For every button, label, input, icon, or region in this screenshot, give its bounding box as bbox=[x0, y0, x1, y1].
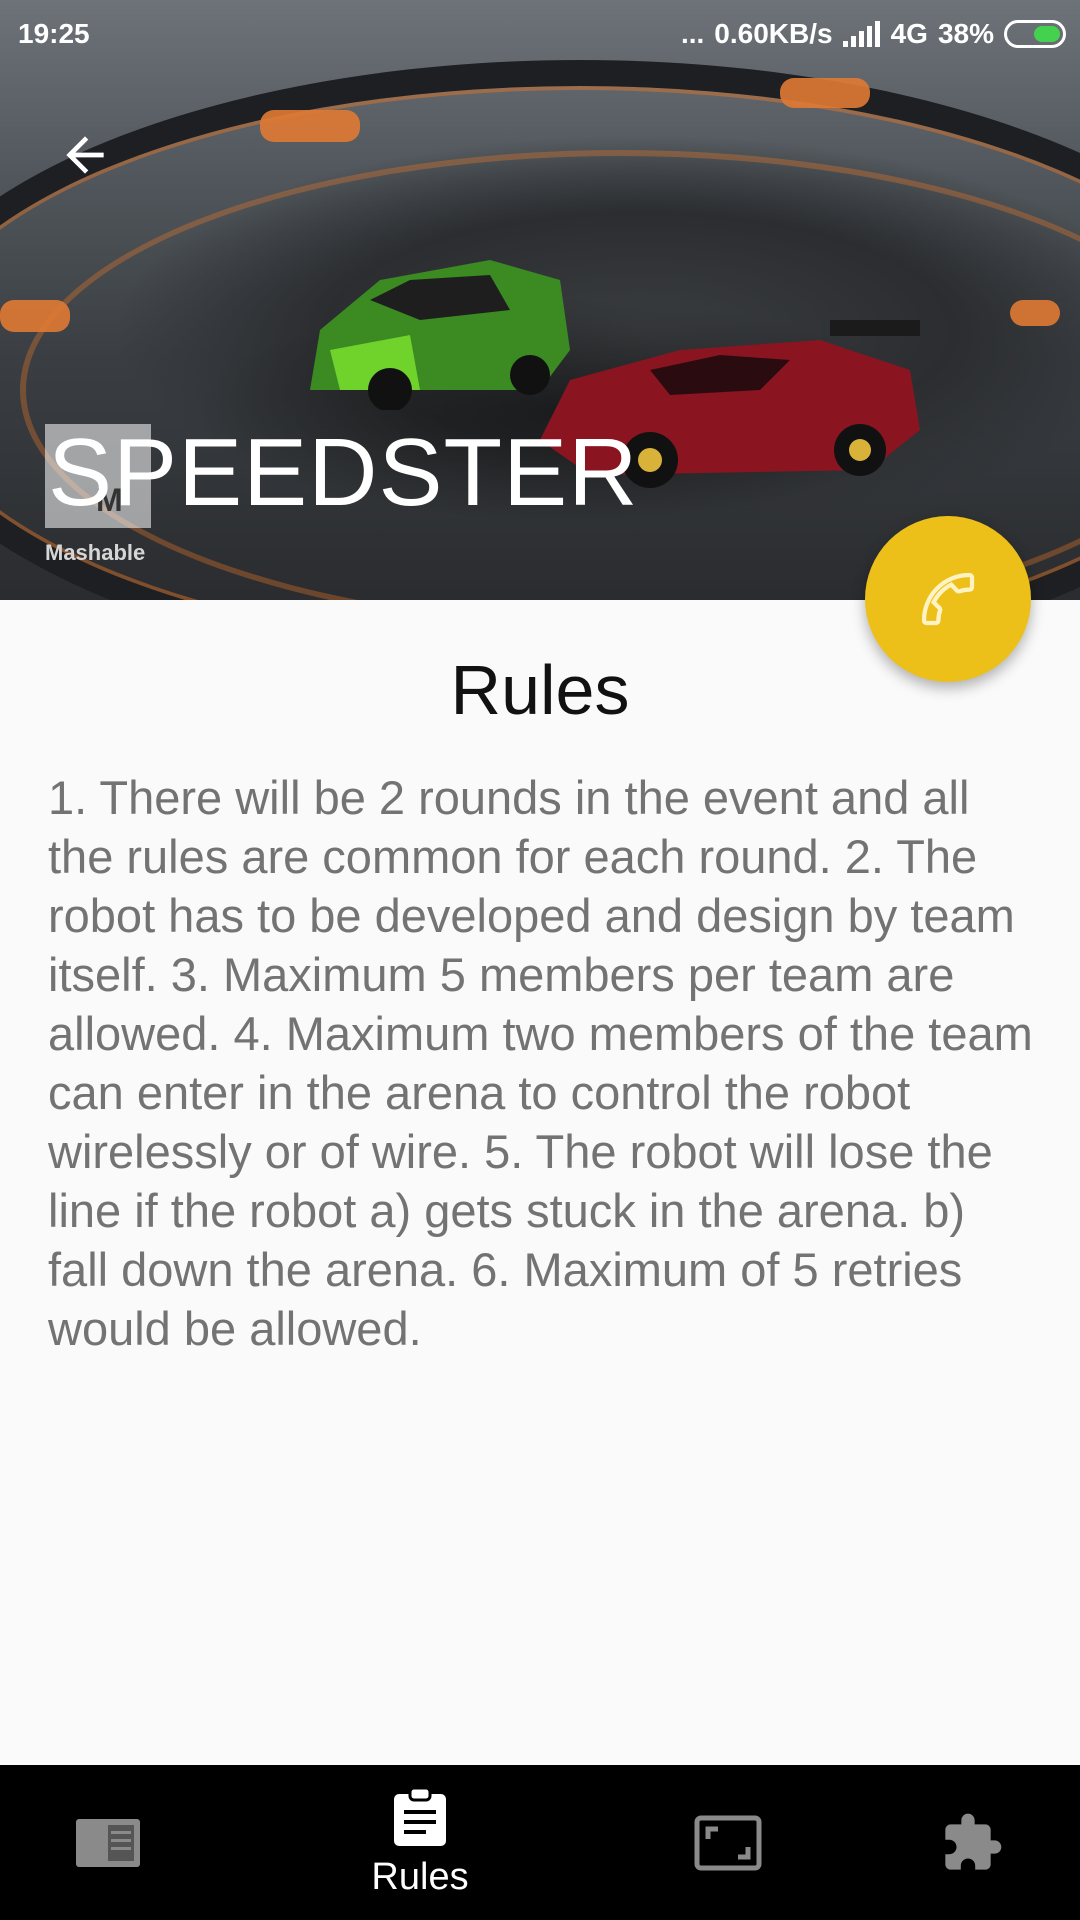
event-title: SPEEDSTER bbox=[48, 419, 639, 526]
signal-icon bbox=[842, 21, 880, 47]
bottom-navigation: Rules bbox=[0, 1765, 1080, 1920]
status-time: 19:25 bbox=[18, 18, 90, 49]
network-speed: 0.60KB/s bbox=[714, 18, 833, 49]
fullscreen-icon bbox=[694, 1815, 762, 1870]
nav-label-rules: Rules bbox=[371, 1856, 469, 1898]
status-bar: 19:25 ... 0.60KB/s 4G 38% bbox=[0, 0, 1080, 72]
watermark-text: Mashable bbox=[45, 540, 146, 565]
phone-icon bbox=[921, 572, 975, 626]
clipboard-icon bbox=[394, 1786, 446, 1846]
article-icon bbox=[76, 1818, 140, 1867]
back-button[interactable] bbox=[48, 118, 122, 192]
battery-icon bbox=[1004, 20, 1066, 48]
overflow-dots: ... bbox=[680, 18, 705, 49]
hero-image: M SPEEDSTER Mashable bbox=[0, 0, 1080, 600]
puzzle-icon bbox=[945, 1813, 1002, 1870]
arrow-back-icon bbox=[66, 136, 104, 174]
rules-text: 1. There will be 2 rounds in the event a… bbox=[48, 771, 1033, 1355]
nav-item-details[interactable] bbox=[48, 1765, 168, 1920]
nav-item-gallery[interactable] bbox=[668, 1765, 788, 1920]
battery-percent: 38% bbox=[937, 18, 994, 49]
nav-item-events[interactable] bbox=[912, 1765, 1032, 1920]
network-type: 4G bbox=[890, 18, 928, 49]
section-title: Rules bbox=[450, 651, 630, 729]
nav-item-rules[interactable]: Rules bbox=[340, 1765, 500, 1920]
